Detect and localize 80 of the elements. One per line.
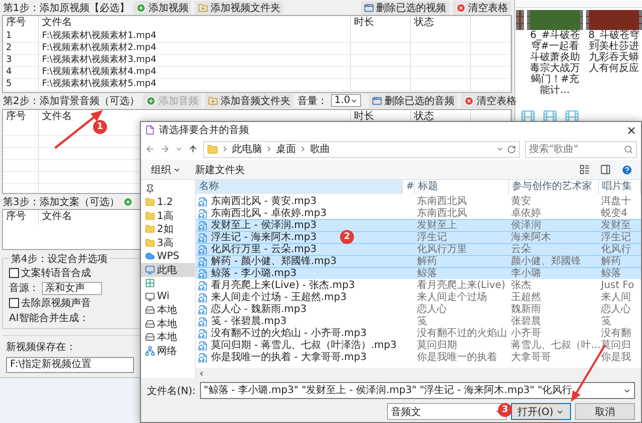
table-cell: F:\视频素材\视频素材1.mp4 bbox=[39, 30, 351, 44]
table-cell-text: 浮生记 bbox=[600, 232, 632, 244]
filename-label: 文件名(N): bbox=[147, 384, 196, 398]
file-name: 莫问归期 - 蒋雪儿、七叔（叶泽浩）.mp3 bbox=[211, 340, 397, 352]
table-cell: 5 bbox=[3, 78, 39, 92]
table-cell-text: 小齐哥 bbox=[510, 328, 542, 340]
table-cell-text: 来人间走个过场 bbox=[416, 292, 488, 304]
table-cell-text: 笺 bbox=[600, 316, 612, 328]
table-cell-text: 浮生记 bbox=[416, 232, 448, 244]
table-cell-text: 你是我 bbox=[600, 352, 632, 364]
table-cell-text: 发财至 bbox=[600, 220, 632, 232]
volume-label: 音量： bbox=[297, 94, 328, 108]
table-cell-text: 解药 bbox=[416, 256, 438, 268]
table-cell-text: 莫问归期 bbox=[416, 340, 458, 352]
table-cell: F:\视频素材\视频素材5.mp4 bbox=[39, 78, 351, 92]
step-title: 第2步：添加背景音频（可选） bbox=[3, 94, 140, 108]
table-cell-text: 蒋雪儿、七叔（叶... bbox=[510, 340, 599, 352]
table-cell-text: 张碧晨 bbox=[510, 316, 542, 328]
column-header: 状态 bbox=[411, 16, 471, 30]
table-cell-text: 东南西北风 bbox=[416, 196, 468, 208]
table-cell-text: 看月亮爬上来(Live) bbox=[416, 280, 506, 292]
file-name: 浮生记 - 海来阿木.mp3 bbox=[211, 232, 317, 244]
table-cell-text: 解药 bbox=[600, 256, 622, 268]
save-label: 新视频保存在： bbox=[6, 340, 76, 354]
table-cell-text: 鲸落 bbox=[600, 268, 622, 280]
file-name: 看月亮爬上来(Live) - 张杰.mp3 bbox=[211, 280, 355, 292]
column-header: 序号 bbox=[3, 110, 39, 124]
table-cell-text: 黄安 bbox=[510, 196, 532, 208]
file-name: 来人间走个过场 - 王超然.mp3 bbox=[211, 292, 347, 304]
table-cell-text: 化风行 bbox=[600, 244, 632, 256]
file-name: 你是我唯一的执着 - 大拿哥哥.mp3 bbox=[211, 352, 367, 364]
table-cell-text: 恋人心 bbox=[600, 304, 632, 316]
table-cell-text: 东南西北风 bbox=[416, 208, 468, 220]
column-header: 序号 bbox=[3, 16, 39, 30]
table-cell-text: 大拿哥哥 bbox=[510, 352, 552, 364]
dialog-title: 请选择要合并的音频 bbox=[159, 124, 249, 137]
table-cell-text: 化风行万里 bbox=[416, 244, 468, 256]
table-cell: F:\视频素材\视频素材4.mp4 bbox=[39, 66, 351, 80]
table-cell-text: 没有翻不过的火焰山 bbox=[416, 328, 508, 340]
table-cell-text: 张杰 bbox=[510, 280, 532, 292]
table-cell-text: 卓依婷 bbox=[510, 208, 542, 220]
table-cell: 1 bbox=[3, 30, 39, 44]
file-name: 解药 - 颜小健、郑國锋.mp3 bbox=[211, 256, 337, 268]
file-name: 恋人心 - 魏新雨.mp3 bbox=[211, 304, 307, 316]
file-name: 东南西北风 - 卓依婷.mp3 bbox=[211, 208, 327, 220]
column-header: 文件名 bbox=[39, 16, 351, 30]
file-name: 笺 - 张碧晨.mp3 bbox=[211, 316, 287, 328]
table-cell-text: 恋人心 bbox=[416, 304, 448, 316]
group-title: 第4步：设定合并选项 bbox=[10, 252, 108, 266]
voice-label: 音源： bbox=[9, 282, 39, 296]
table-cell-text: 没有翻 bbox=[600, 328, 632, 340]
column-header: 时长 bbox=[351, 16, 411, 30]
step-title: 第1步：添加原视频【必选】 bbox=[3, 2, 130, 15]
step-title: 第3步：添加文案（可选） bbox=[3, 196, 120, 208]
table-cell-text: 颜小健、郑國锋 bbox=[510, 256, 582, 268]
table-cell: F:\视频素材\视频素材2.mp4 bbox=[39, 42, 351, 56]
table-cell-text: 李小璐 bbox=[510, 268, 542, 280]
ai-merge-label: AI智能合并生成： bbox=[9, 312, 89, 326]
table-cell-text: 来人间 bbox=[600, 292, 632, 304]
table-cell-text: 王超然 bbox=[510, 292, 542, 304]
table-cell-text: 鲸落 bbox=[416, 268, 438, 280]
table-cell-text: 笺 bbox=[416, 316, 428, 328]
file-name: 化风行万里 - 云朵.mp3 bbox=[211, 244, 317, 256]
table-cell-text: 魏新雨 bbox=[510, 304, 542, 316]
table-cell-text: Just Fo bbox=[600, 280, 636, 292]
table-cell-text: 侯泽润 bbox=[510, 220, 542, 232]
table-cell-text: 发财至上 bbox=[416, 220, 458, 232]
table-cell: 3 bbox=[3, 54, 39, 68]
table-cell-text: 洱盘十 bbox=[600, 196, 632, 208]
file-name: 鲸落 - 李小璐.mp3 bbox=[211, 268, 297, 280]
table-cell: 4 bbox=[3, 66, 39, 80]
table-cell-text: 海来阿木 bbox=[510, 232, 552, 244]
table-cell-text: 云朵 bbox=[510, 244, 532, 256]
table-cell-text: 蜕变4 bbox=[600, 208, 628, 220]
table-cell: 2 bbox=[3, 42, 39, 56]
column-header: 序号 bbox=[3, 210, 39, 224]
table-cell: F:\视频素材\视频素材3.mp4 bbox=[39, 54, 351, 68]
file-name: 东南西北风 - 黄安.mp3 bbox=[211, 196, 317, 208]
table-cell-text: 你是我唯一的执着 bbox=[416, 352, 498, 364]
file-name: 没有翻不过的火焰山 - 小齐哥.mp3 bbox=[211, 328, 367, 340]
